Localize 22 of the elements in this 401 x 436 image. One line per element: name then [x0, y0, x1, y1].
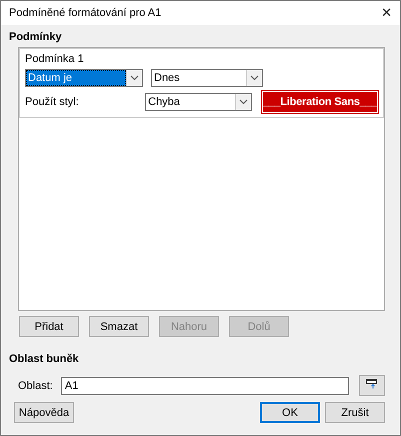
condition-button[interactable]: Přidat	[19, 316, 79, 337]
style-preview: ___Liberation Sans___	[262, 91, 378, 113]
section-title: Oblast buněk	[9, 353, 80, 365]
condition-button[interactable]: Smazat	[89, 316, 149, 337]
close-button[interactable]: ✕	[381, 5, 392, 21]
range-label: Oblast:	[18, 380, 53, 392]
dialog-button[interactable]: OK	[260, 402, 320, 423]
window-title: Podmíněné formátování pro A1	[9, 7, 162, 19]
style-dropdown[interactable]: Chyba	[145, 93, 252, 111]
shrink-button[interactable]	[358, 375, 385, 396]
help-button[interactable]: Nápověda	[14, 402, 74, 423]
section-title: Podmínky	[9, 31, 63, 43]
condition-type-dropdown[interactable]: Datum je	[25, 69, 143, 87]
dialog-button[interactable]: Zrušit	[325, 402, 385, 423]
chevron-down-icon	[130, 75, 139, 81]
shrink-icon	[366, 379, 378, 389]
chevron-down-icon	[250, 75, 259, 81]
style-label: Použít styl:	[25, 96, 80, 108]
date-dropdown[interactable]: Dnes	[151, 69, 263, 87]
chevron-down-icon	[239, 99, 248, 105]
condition-label: Podmínka 1	[25, 53, 85, 65]
range-field[interactable]: A1	[60, 376, 349, 394]
